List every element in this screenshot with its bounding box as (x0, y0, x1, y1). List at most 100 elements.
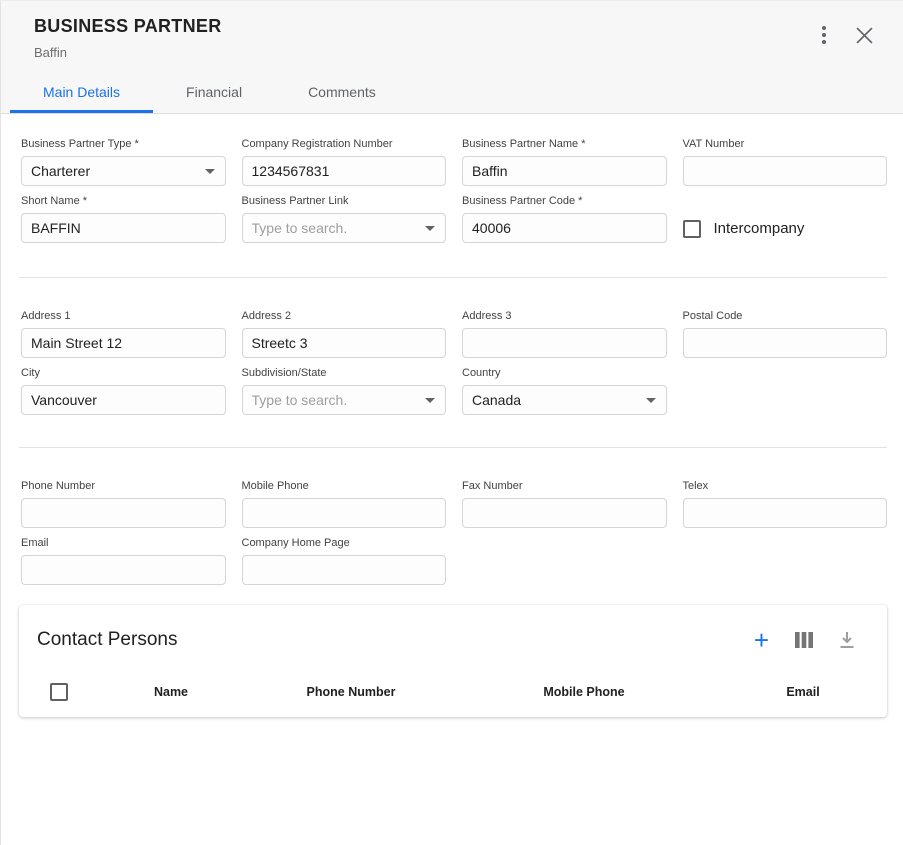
dialog-header: BUSINESS PARTNER Baffin Main Details Fin… (1, 1, 903, 114)
field-fax-number: Fax Number (462, 480, 667, 528)
mobile-phone-label: Mobile Phone (242, 480, 447, 492)
city-label: City (21, 367, 226, 379)
field-city: City (21, 367, 226, 415)
email-label: Email (21, 537, 226, 549)
fax-number-input[interactable] (462, 498, 667, 528)
contact-info-section: Phone Number Mobile Phone Fax Number Tel… (1, 448, 903, 605)
field-address-3: Address 3 (462, 310, 667, 358)
vat-number-label: VAT Number (683, 138, 888, 150)
address-1-label: Address 1 (21, 310, 226, 322)
email-input[interactable] (21, 555, 226, 585)
subdivision-state-select[interactable] (242, 385, 447, 415)
field-intercompany: Intercompany (683, 195, 888, 243)
identity-section: Business Partner Type * Company Registra… (1, 114, 903, 277)
country-select[interactable] (462, 385, 667, 415)
address-section: Address 1 Address 2 Address 3 Postal Cod… (1, 278, 903, 447)
business-partner-code-input[interactable] (462, 213, 667, 243)
vat-number-input[interactable] (683, 156, 888, 186)
column-header-email: Email (717, 685, 889, 699)
kebab-menu-icon[interactable] (820, 24, 828, 46)
columns-icon[interactable] (793, 630, 815, 650)
add-contact-button[interactable]: + (752, 630, 771, 650)
intercompany-label: Intercompany (714, 220, 805, 237)
chevron-down-icon (425, 398, 435, 403)
field-address-2: Address 2 (242, 310, 447, 358)
page-subtitle: Baffin (34, 45, 222, 60)
subdivision-state-label: Subdivision/State (242, 367, 447, 379)
tab-comments[interactable]: Comments (275, 73, 409, 113)
chevron-down-icon (425, 226, 435, 231)
field-telex: Telex (683, 480, 888, 528)
business-partner-link-select[interactable] (242, 213, 447, 243)
company-registration-number-input[interactable] (242, 156, 447, 186)
field-business-partner-name: Business Partner Name * (462, 138, 667, 186)
postal-code-label: Postal Code (683, 310, 888, 322)
contact-persons-card: Contact Persons + Name Phone Number Mobi… (19, 605, 887, 717)
chevron-down-icon (205, 169, 215, 174)
field-business-partner-code: Business Partner Code * (462, 195, 667, 243)
city-input[interactable] (21, 385, 226, 415)
contact-persons-actions: + (752, 629, 857, 651)
intercompany-checkbox-row[interactable]: Intercompany (683, 220, 805, 238)
tab-bar: Main Details Financial Comments (1, 73, 903, 113)
tab-financial[interactable]: Financial (153, 73, 275, 113)
country-label: Country (462, 367, 667, 379)
field-vat-number: VAT Number (683, 138, 888, 186)
column-header-mobile-phone: Mobile Phone (451, 685, 717, 699)
mobile-phone-input[interactable] (242, 498, 447, 528)
field-postal-code: Postal Code (683, 310, 888, 358)
field-company-registration-number: Company Registration Number (242, 138, 447, 186)
telex-input[interactable] (683, 498, 888, 528)
field-business-partner-link: Business Partner Link (242, 195, 447, 243)
header-titles: BUSINESS PARTNER Baffin (34, 16, 222, 60)
header-top: BUSINESS PARTNER Baffin (1, 16, 903, 60)
address-3-label: Address 3 (462, 310, 667, 322)
address-2-label: Address 2 (242, 310, 447, 322)
column-header-phone-number: Phone Number (251, 685, 451, 699)
business-partner-link-input[interactable] (242, 213, 447, 243)
tab-main-details[interactable]: Main Details (10, 73, 153, 113)
business-partner-type-label: Business Partner Type * (21, 138, 226, 150)
field-phone-number: Phone Number (21, 480, 226, 528)
phone-number-input[interactable] (21, 498, 226, 528)
column-header-name: Name (91, 685, 251, 699)
field-email: Email (21, 537, 226, 585)
short-name-input[interactable] (21, 213, 226, 243)
field-short-name: Short Name * (21, 195, 226, 243)
address-2-input[interactable] (242, 328, 447, 358)
contact-persons-table-header: Name Phone Number Mobile Phone Email (19, 667, 887, 717)
intercompany-checkbox[interactable] (683, 220, 701, 238)
address-1-input[interactable] (21, 328, 226, 358)
header-actions (820, 24, 875, 46)
business-partner-dialog: BUSINESS PARTNER Baffin Main Details Fin… (0, 0, 903, 845)
phone-number-label: Phone Number (21, 480, 226, 492)
field-business-partner-type: Business Partner Type * (21, 138, 226, 186)
telex-label: Telex (683, 480, 888, 492)
address-3-input[interactable] (462, 328, 667, 358)
field-country: Country (462, 367, 667, 415)
contact-persons-title: Contact Persons (37, 629, 177, 651)
business-partner-type-select[interactable] (21, 156, 226, 186)
contact-persons-header: Contact Persons + (19, 629, 887, 651)
close-icon[interactable] (854, 25, 875, 46)
business-partner-name-label: Business Partner Name * (462, 138, 667, 150)
short-name-label: Short Name * (21, 195, 226, 207)
chevron-down-icon (646, 398, 656, 403)
business-partner-code-label: Business Partner Code * (462, 195, 667, 207)
select-all-checkbox[interactable] (50, 683, 68, 701)
field-company-home-page: Company Home Page (242, 537, 447, 585)
company-home-page-input[interactable] (242, 555, 447, 585)
fax-number-label: Fax Number (462, 480, 667, 492)
download-icon[interactable] (837, 629, 857, 651)
postal-code-input[interactable] (683, 328, 888, 358)
business-partner-name-input[interactable] (462, 156, 667, 186)
select-all-cell (19, 683, 91, 701)
business-partner-link-label: Business Partner Link (242, 195, 447, 207)
field-address-1: Address 1 (21, 310, 226, 358)
field-subdivision-state: Subdivision/State (242, 367, 447, 415)
subdivision-state-input[interactable] (242, 385, 447, 415)
country-value[interactable] (462, 385, 667, 415)
field-mobile-phone: Mobile Phone (242, 480, 447, 528)
company-home-page-label: Company Home Page (242, 537, 447, 549)
business-partner-type-value[interactable] (21, 156, 226, 186)
